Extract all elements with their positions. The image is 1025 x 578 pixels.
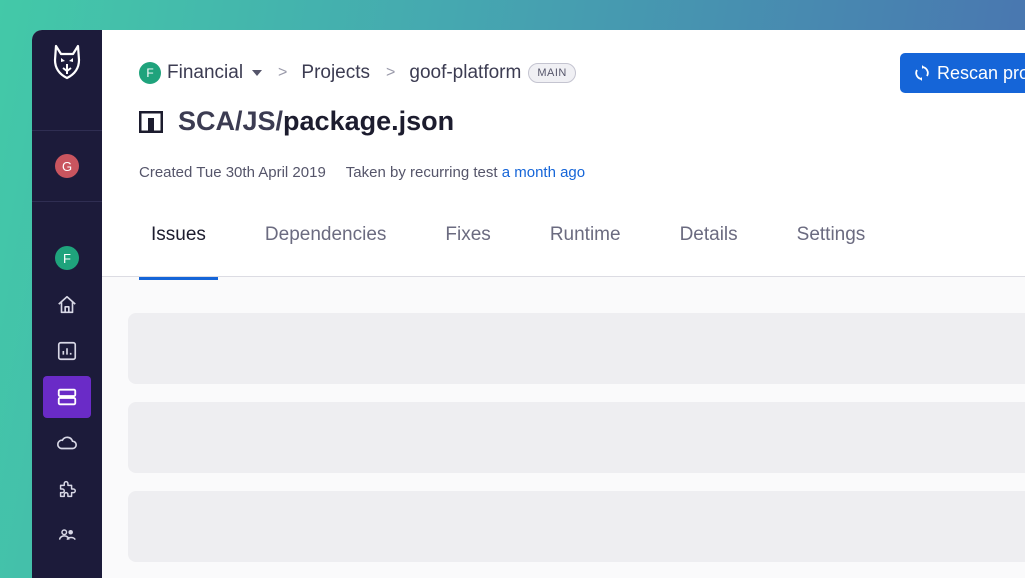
reports-icon: [57, 341, 77, 361]
created-date: Created Tue 30th April 2019: [139, 164, 326, 181]
chevron-down-icon[interactable]: [252, 70, 263, 76]
main-content: F Financial > Projects > goof-platform M…: [102, 30, 1025, 578]
npm-icon: [139, 110, 163, 133]
sidebar: G F: [32, 30, 102, 578]
nav-integrations[interactable]: [43, 468, 91, 510]
nav-reports[interactable]: [43, 330, 91, 372]
loading-placeholder: [128, 313, 1025, 384]
user-zone: G: [32, 130, 102, 202]
tab-bar: Issues Dependencies Fixes Runtime Detail…: [139, 214, 912, 280]
nav-projects[interactable]: [43, 376, 91, 418]
integrations-icon: [59, 480, 76, 498]
branch-badge: MAIN: [528, 63, 576, 83]
tab-settings[interactable]: Settings: [785, 214, 878, 277]
loading-placeholder: [128, 402, 1025, 473]
nav-members[interactable]: [43, 514, 91, 556]
snyk-logo-icon: [53, 44, 81, 80]
logo[interactable]: [32, 30, 102, 130]
breadcrumb-org[interactable]: Financial: [167, 62, 243, 84]
nav-cloud[interactable]: [43, 422, 91, 464]
app-window: G F F Financial > Projects > goof-platfo…: [32, 30, 1025, 578]
taken-by: Taken by recurring test: [345, 164, 498, 181]
tab-issues[interactable]: Issues: [139, 214, 218, 280]
tab-runtime[interactable]: Runtime: [538, 214, 633, 277]
projects-icon: [57, 388, 77, 406]
tab-fixes[interactable]: Fixes: [433, 214, 502, 277]
rescan-label: Rescan project: [937, 62, 1025, 83]
home-icon: [58, 295, 76, 314]
rescan-button[interactable]: Rescan project: [900, 53, 1025, 93]
nav-home[interactable]: [43, 284, 91, 326]
taken-when-link[interactable]: a month ago: [502, 164, 585, 181]
breadcrumb-projects[interactable]: Projects: [301, 62, 370, 84]
breadcrumb: F Financial > Projects > goof-platform M…: [139, 60, 576, 86]
members-icon: [58, 529, 76, 541]
title-name: package.json: [283, 106, 455, 136]
org-avatar: F: [139, 62, 161, 84]
chevron-right-icon: >: [278, 64, 288, 81]
org-switcher-avatar[interactable]: F: [55, 246, 79, 270]
breadcrumb-repo[interactable]: goof-platform: [409, 62, 521, 84]
project-header: F Financial > Projects > goof-platform M…: [102, 30, 1025, 280]
loading-placeholder: [128, 491, 1025, 562]
title-prefix: SCA/JS/: [178, 106, 284, 136]
tab-details[interactable]: Details: [668, 214, 750, 277]
refresh-icon: [915, 65, 929, 81]
user-avatar[interactable]: G: [55, 154, 79, 178]
project-meta: Created Tue 30th April 2019 Taken by recu…: [139, 164, 585, 181]
page-title: SCA/JS/package.json: [139, 106, 454, 137]
chevron-right-icon: >: [386, 64, 396, 81]
cloud-icon: [57, 436, 77, 450]
tab-dependencies[interactable]: Dependencies: [253, 214, 398, 277]
